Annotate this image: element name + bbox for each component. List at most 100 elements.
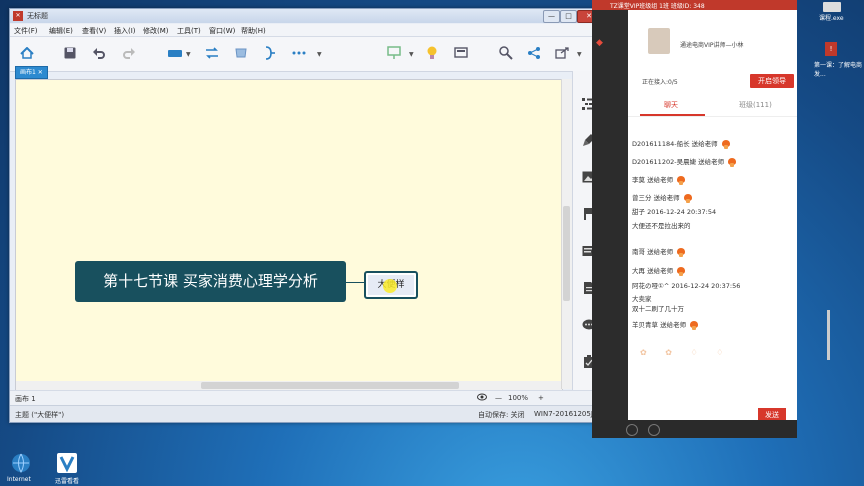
canvas-status-bar: 画布 1 — 100% + [10, 390, 604, 405]
zoom-level: 100% [508, 394, 529, 402]
chat-message: 南哥 送给老师 [632, 246, 686, 257]
tab-chat[interactable]: 聊天 [664, 100, 678, 110]
mindmap-canvas[interactable]: 第十七节课 买家消费心理学分析 大便样 [15, 79, 563, 391]
desktop-icon-label: Internet [7, 476, 31, 483]
chat-text: 甜子 2016-12-24 20:37:54 [632, 208, 717, 216]
presentation-icon[interactable] [386, 45, 402, 61]
export-icon[interactable] [554, 45, 570, 61]
boundary-icon[interactable] [233, 45, 249, 61]
live-header: TZ课堂VIP班级组 1班 班级ID: 348 [592, 0, 797, 10]
topic-connector [346, 282, 364, 283]
chat-text: 大便还不是拉出来的 [632, 222, 691, 230]
redo-icon[interactable] [121, 45, 137, 61]
file-icon[interactable]: ! [825, 42, 837, 56]
desktop-item-label: 第一课：了解电商发... [814, 62, 863, 78]
share-icon[interactable] [526, 45, 542, 61]
undo-icon[interactable] [91, 45, 107, 61]
menu-help[interactable]: 帮助(H) [241, 26, 266, 36]
menu-window[interactable]: 窗口(W) [209, 26, 235, 36]
chat-message: 曾三分 送给老师 [632, 192, 693, 203]
chevron-down-icon[interactable]: ▼ [409, 51, 415, 58]
flower-icon [676, 266, 686, 276]
divider [628, 116, 797, 117]
app-logo-icon: ✕ [13, 11, 23, 21]
xunlei-icon[interactable] [56, 452, 78, 474]
bookmark-icon: ◆ [596, 38, 603, 48]
desktop-icon-label: 迅雷看看 [55, 478, 80, 485]
avatar [648, 28, 670, 54]
live-side-strip: ◆ [592, 10, 628, 420]
chat-message: 大再 送给老师 [632, 265, 686, 276]
summary-icon[interactable] [262, 45, 278, 61]
save-icon[interactable] [62, 45, 78, 61]
menu-file[interactable]: 文件(F) [14, 26, 38, 36]
relationship-icon[interactable] [204, 45, 220, 61]
menu-bar: 文件(F) 编辑(E) 查看(V) 插入(I) 修改(M) 工具(T) 窗口(W… [10, 24, 604, 37]
menu-edit[interactable]: 编辑(E) [49, 26, 73, 36]
vertical-scroll-thumb[interactable] [563, 206, 570, 301]
chevron-down-icon[interactable]: ▼ [186, 51, 192, 58]
chat-text: 阿花の哑①^ 2016-12-24 20:37:56 [632, 282, 741, 290]
horizontal-scrollbar[interactable] [16, 381, 562, 390]
minimize-button[interactable]: — [543, 10, 560, 23]
zoom-in-button[interactable]: + [538, 394, 544, 402]
chat-text: 李莫 送给老师 [632, 176, 674, 184]
central-topic[interactable]: 第十七节课 买家消费心理学分析 [75, 261, 346, 302]
autosave-status[interactable]: 自动保存: 关闭 [478, 410, 525, 420]
menu-insert[interactable]: 插入(I) [114, 26, 136, 36]
menu-view[interactable]: 查看(V) [82, 26, 106, 36]
internet-icon[interactable] [10, 452, 32, 474]
horizontal-scroll-thumb[interactable] [201, 382, 459, 389]
chat-message: 李莫 送给老师 [632, 174, 686, 185]
display-icon[interactable] [453, 45, 469, 61]
chat-text: 双十二刷了几十万 [632, 305, 684, 313]
chat-text: D201611202-吴晨婕 送给老师 [632, 158, 725, 166]
tab-class[interactable]: 班级(111) [739, 100, 772, 110]
title-bar: ✕ 无标题 — □ ✕ [10, 9, 604, 23]
desktop-right-strip: 课程.exe ! 第一课：了解电商发... [797, 0, 864, 486]
menu-modify[interactable]: 修改(M) [143, 26, 169, 36]
chevron-down-icon[interactable]: ▼ [577, 51, 583, 58]
chat-message: 大卖家 [632, 293, 652, 303]
flower-icon [676, 175, 686, 185]
chat-message: D201611184-船长 送给老师 [632, 138, 731, 149]
vertical-scrollbar[interactable] [561, 79, 572, 389]
status-bar: 主题 ("大便样") 自动保存: 关闭 WIN7-20161205JU [10, 405, 604, 422]
teacher-name: 通途电商VIP讲师—小林 [680, 42, 744, 49]
idea-icon[interactable] [424, 45, 440, 61]
home-icon[interactable] [19, 45, 35, 61]
selection-status: 主题 ("大便样") [15, 411, 65, 419]
topic-icon[interactable] [167, 45, 183, 61]
program-icon[interactable] [823, 2, 841, 12]
chevron-down-icon[interactable]: ▼ [317, 51, 323, 58]
sheet-name: 画布 1 [15, 395, 36, 403]
mindmap-window: ✕ 无标题 — □ ✕ 文件(F) 编辑(E) 查看(V) 插入(I) 修改(M… [9, 8, 605, 423]
chat-text: 羊贝青草 送给老师 [632, 321, 687, 329]
maximize-button[interactable]: □ [560, 10, 577, 23]
chat-text: 大卖家 [632, 295, 652, 303]
menu-tools[interactable]: 工具(T) [177, 26, 201, 36]
online-count: 正在接入:0/5 [642, 79, 678, 86]
cursor-highlight [383, 279, 397, 293]
flower-icon [676, 247, 686, 257]
live-body: 通途电商VIP讲师—小林 正在接入:0/5 开启领导 聊天 班级(111) D2… [628, 10, 830, 422]
microphone-icon[interactable] [626, 424, 638, 436]
more-icon[interactable] [291, 45, 307, 61]
live-bottom-bar [592, 420, 797, 438]
desktop-item-label: 课程.exe [819, 15, 844, 22]
emoji-row[interactable]: ✿ ✿ ♢ ♢ [640, 348, 731, 357]
zoom-icon[interactable] [498, 45, 514, 61]
lead-button[interactable]: 开启领导 [750, 74, 794, 88]
camera-icon[interactable] [648, 424, 660, 436]
zoom-out-button[interactable]: — [495, 394, 502, 402]
flower-icon [683, 193, 693, 203]
chat-message: 阿花の哑①^ 2016-12-24 20:37:56 [632, 280, 740, 290]
tab-sheet[interactable]: 画布1 ✕ [15, 66, 48, 79]
eye-icon[interactable] [477, 393, 487, 403]
flower-icon [727, 157, 737, 167]
chat-text: 大再 送给老师 [632, 267, 674, 275]
chat-text: 曾三分 送给老师 [632, 194, 680, 202]
computer-name: WIN7-20161205JU [534, 410, 599, 418]
flower-icon [721, 139, 731, 149]
window-title: 无标题 [27, 12, 48, 20]
